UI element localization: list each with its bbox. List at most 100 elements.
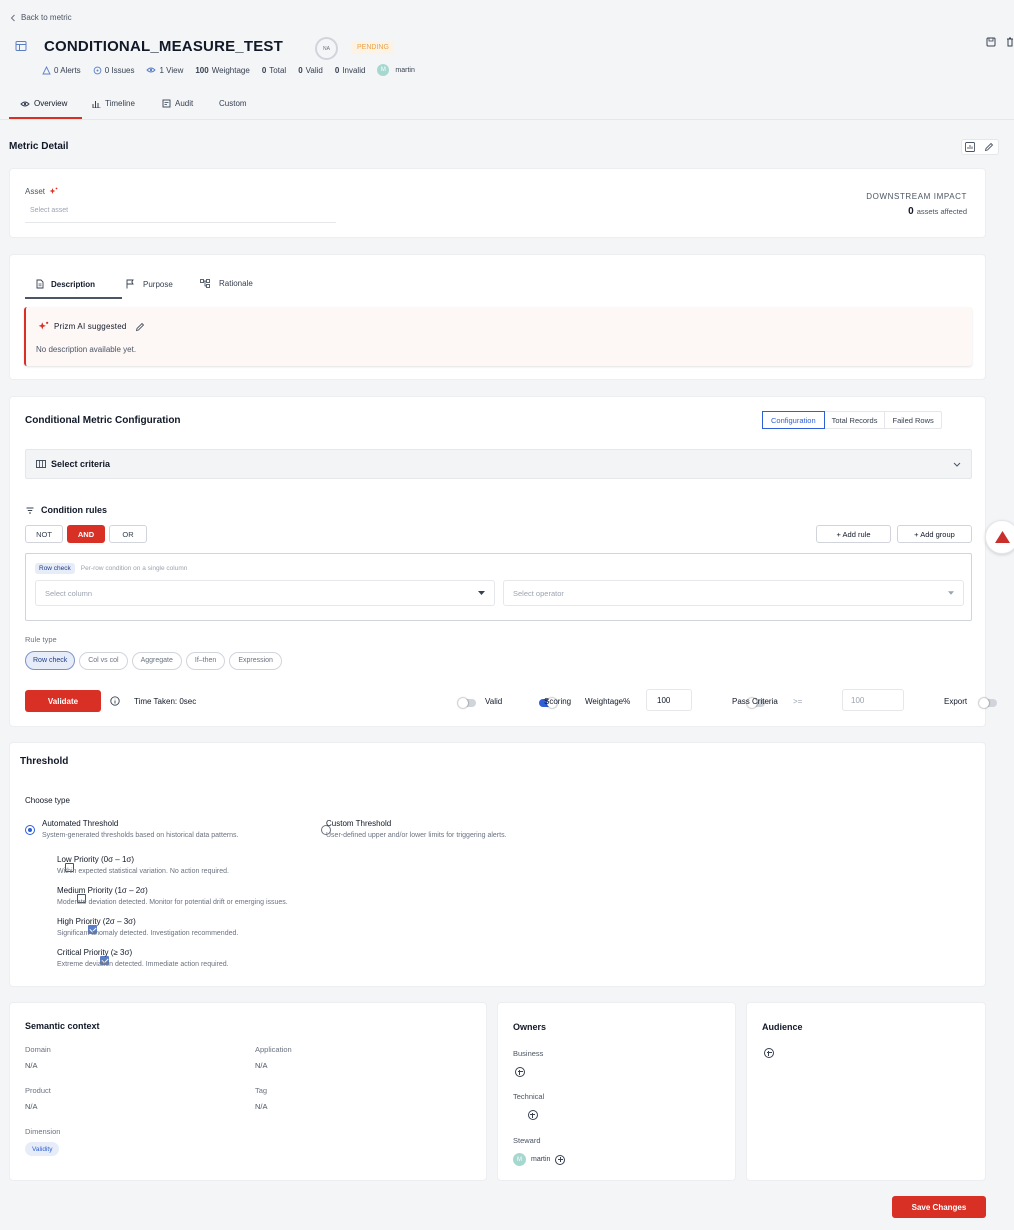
sparkle-icon [38,321,49,332]
alerts-count: 0 Alerts [54,65,81,75]
asset-label: Asset [25,187,46,196]
add-audience-icon[interactable] [764,1048,774,1058]
valid-label: Valid [305,65,323,75]
column-select-placeholder: Select column [45,588,93,598]
tab-description[interactable]: Description [36,279,95,289]
rule-type-aggregate[interactable]: Aggregate [131,651,182,670]
chart-icon[interactable] [965,142,975,152]
tab-audit[interactable]: Audit [162,99,193,108]
or-button[interactable]: OR [109,525,147,543]
export-label: Export [944,697,968,706]
valid-toggle-label: Valid [485,697,503,706]
description-text: No description available yet. [36,345,137,354]
product-value[interactable]: N/A [25,1102,38,1111]
eye-icon [146,66,157,74]
domain-label: Domain [25,1045,51,1054]
downstream-suffix: assets affected [916,207,967,216]
back-label: Back to metric [21,13,72,22]
downstream-title: DOWNSTREAM IMPACT [866,192,967,201]
select-criteria-accordion[interactable]: Select criteria [25,449,972,479]
delete-icon[interactable] [1006,37,1014,47]
application-value[interactable]: N/A [255,1061,268,1070]
product-label: Product [25,1086,51,1095]
save-icon[interactable] [986,37,996,47]
weightage-label: Weightage [211,65,250,75]
tab-total-records[interactable]: Total Records [825,412,886,428]
add-business-owner-icon[interactable] [515,1067,525,1077]
pass-criteria-input[interactable]: 100 [842,689,904,711]
add-steward-icon[interactable] [555,1154,566,1165]
audience-title: Audience [762,1022,803,1032]
view-tabs: Configuration Total Records Failed Rows [762,411,942,429]
add-rule-button[interactable]: + Add rule [816,525,891,543]
dimension-label: Dimension [25,1127,61,1136]
column-select[interactable]: Select column [35,580,495,606]
dimension-chip[interactable]: Validity [25,1142,60,1156]
invalid-num: 0 [334,65,340,75]
tab-custom[interactable]: Custom [219,99,247,108]
pencil-icon[interactable] [135,322,145,332]
caret-down-icon [478,591,485,595]
back-link[interactable]: Back to metric [10,13,72,22]
tab-timeline-label: Timeline [105,99,135,108]
tag-label: Tag [255,1086,268,1095]
active-subtab-indicator [25,297,122,299]
tab-failed-rows[interactable]: Failed Rows [885,412,940,428]
choose-type-label: Choose type [25,796,70,805]
status-badge: PENDING [352,41,394,54]
flag-icon [126,279,134,289]
tab-configuration[interactable]: Configuration [762,411,825,429]
rule-type-if-then[interactable]: If–then [185,651,226,670]
automated-threshold-radio[interactable] [25,825,35,835]
avatar: M [377,64,390,76]
config-title: Conditional Metric Configuration [25,415,181,426]
custom-threshold-title: Custom Threshold [326,819,392,828]
columns-icon [36,460,46,468]
automated-threshold-desc: System-generated thresholds based on his… [42,832,239,839]
logic-buttons: NOT AND OR [25,525,147,543]
weightage-input[interactable]: 100 [646,689,692,711]
tabs-divider [0,119,1014,120]
add-group-button[interactable]: + Add group [897,525,972,543]
export-toggle[interactable] [978,698,997,708]
condition-rules-heading: Condition rules [26,505,107,515]
tag-value[interactable]: N/A [255,1102,268,1111]
tab-rationale[interactable]: Rationale [200,279,253,288]
scroll-up-button[interactable] [985,520,1014,554]
issues-icon [93,66,102,75]
tab-purpose[interactable]: Purpose [126,279,173,289]
steward-name: martin [531,1156,551,1163]
rule-type-row-check[interactable]: Row check [25,651,76,670]
select-criteria-label: Select criteria [51,459,111,469]
high-priority-desc: Significant anomaly detected. Investigat… [57,930,239,937]
domain-value[interactable]: N/A [25,1061,38,1070]
operator-select[interactable]: Select operator [503,580,964,606]
weightage-label: Weightage% [585,697,631,706]
chevron-left-icon [10,14,16,22]
technical-label: Technical [513,1092,545,1101]
ai-suggestion-box: Prizm AI suggested No description availa… [24,307,972,366]
tab-timeline[interactable]: Timeline [92,99,135,108]
sparkle-icon [49,187,58,196]
and-button[interactable]: AND [67,525,105,543]
tab-audit-label: Audit [175,99,194,108]
semantic-context-card: Semantic context Domain N/A Application … [9,1002,487,1181]
rule-type-col-vs-col[interactable]: Col vs col [79,651,128,670]
validate-button[interactable]: Validate [25,690,101,712]
total-num: 0 [261,65,267,75]
score-badge: NA [315,37,338,60]
valid-toggle[interactable] [458,698,476,708]
threshold-title: Threshold [20,756,69,767]
owners-title: Owners [513,1022,547,1032]
not-button[interactable]: NOT [25,525,63,543]
edit-icon[interactable] [984,142,994,152]
save-changes-button[interactable]: Save Changes [892,1196,986,1218]
automated-threshold-title: Automated Threshold [42,819,119,828]
tab-overview[interactable]: Overview [20,99,67,108]
add-technical-owner-icon[interactable] [527,1110,538,1120]
steward-label: Steward [513,1136,541,1145]
asset-select[interactable]: Select asset [25,203,336,223]
valid-num: 0 [298,65,303,75]
rule-type-expression[interactable]: Expression [229,651,282,670]
asset-card: Asset Select asset DOWNSTREAM IMPACT 0 a… [9,168,986,238]
